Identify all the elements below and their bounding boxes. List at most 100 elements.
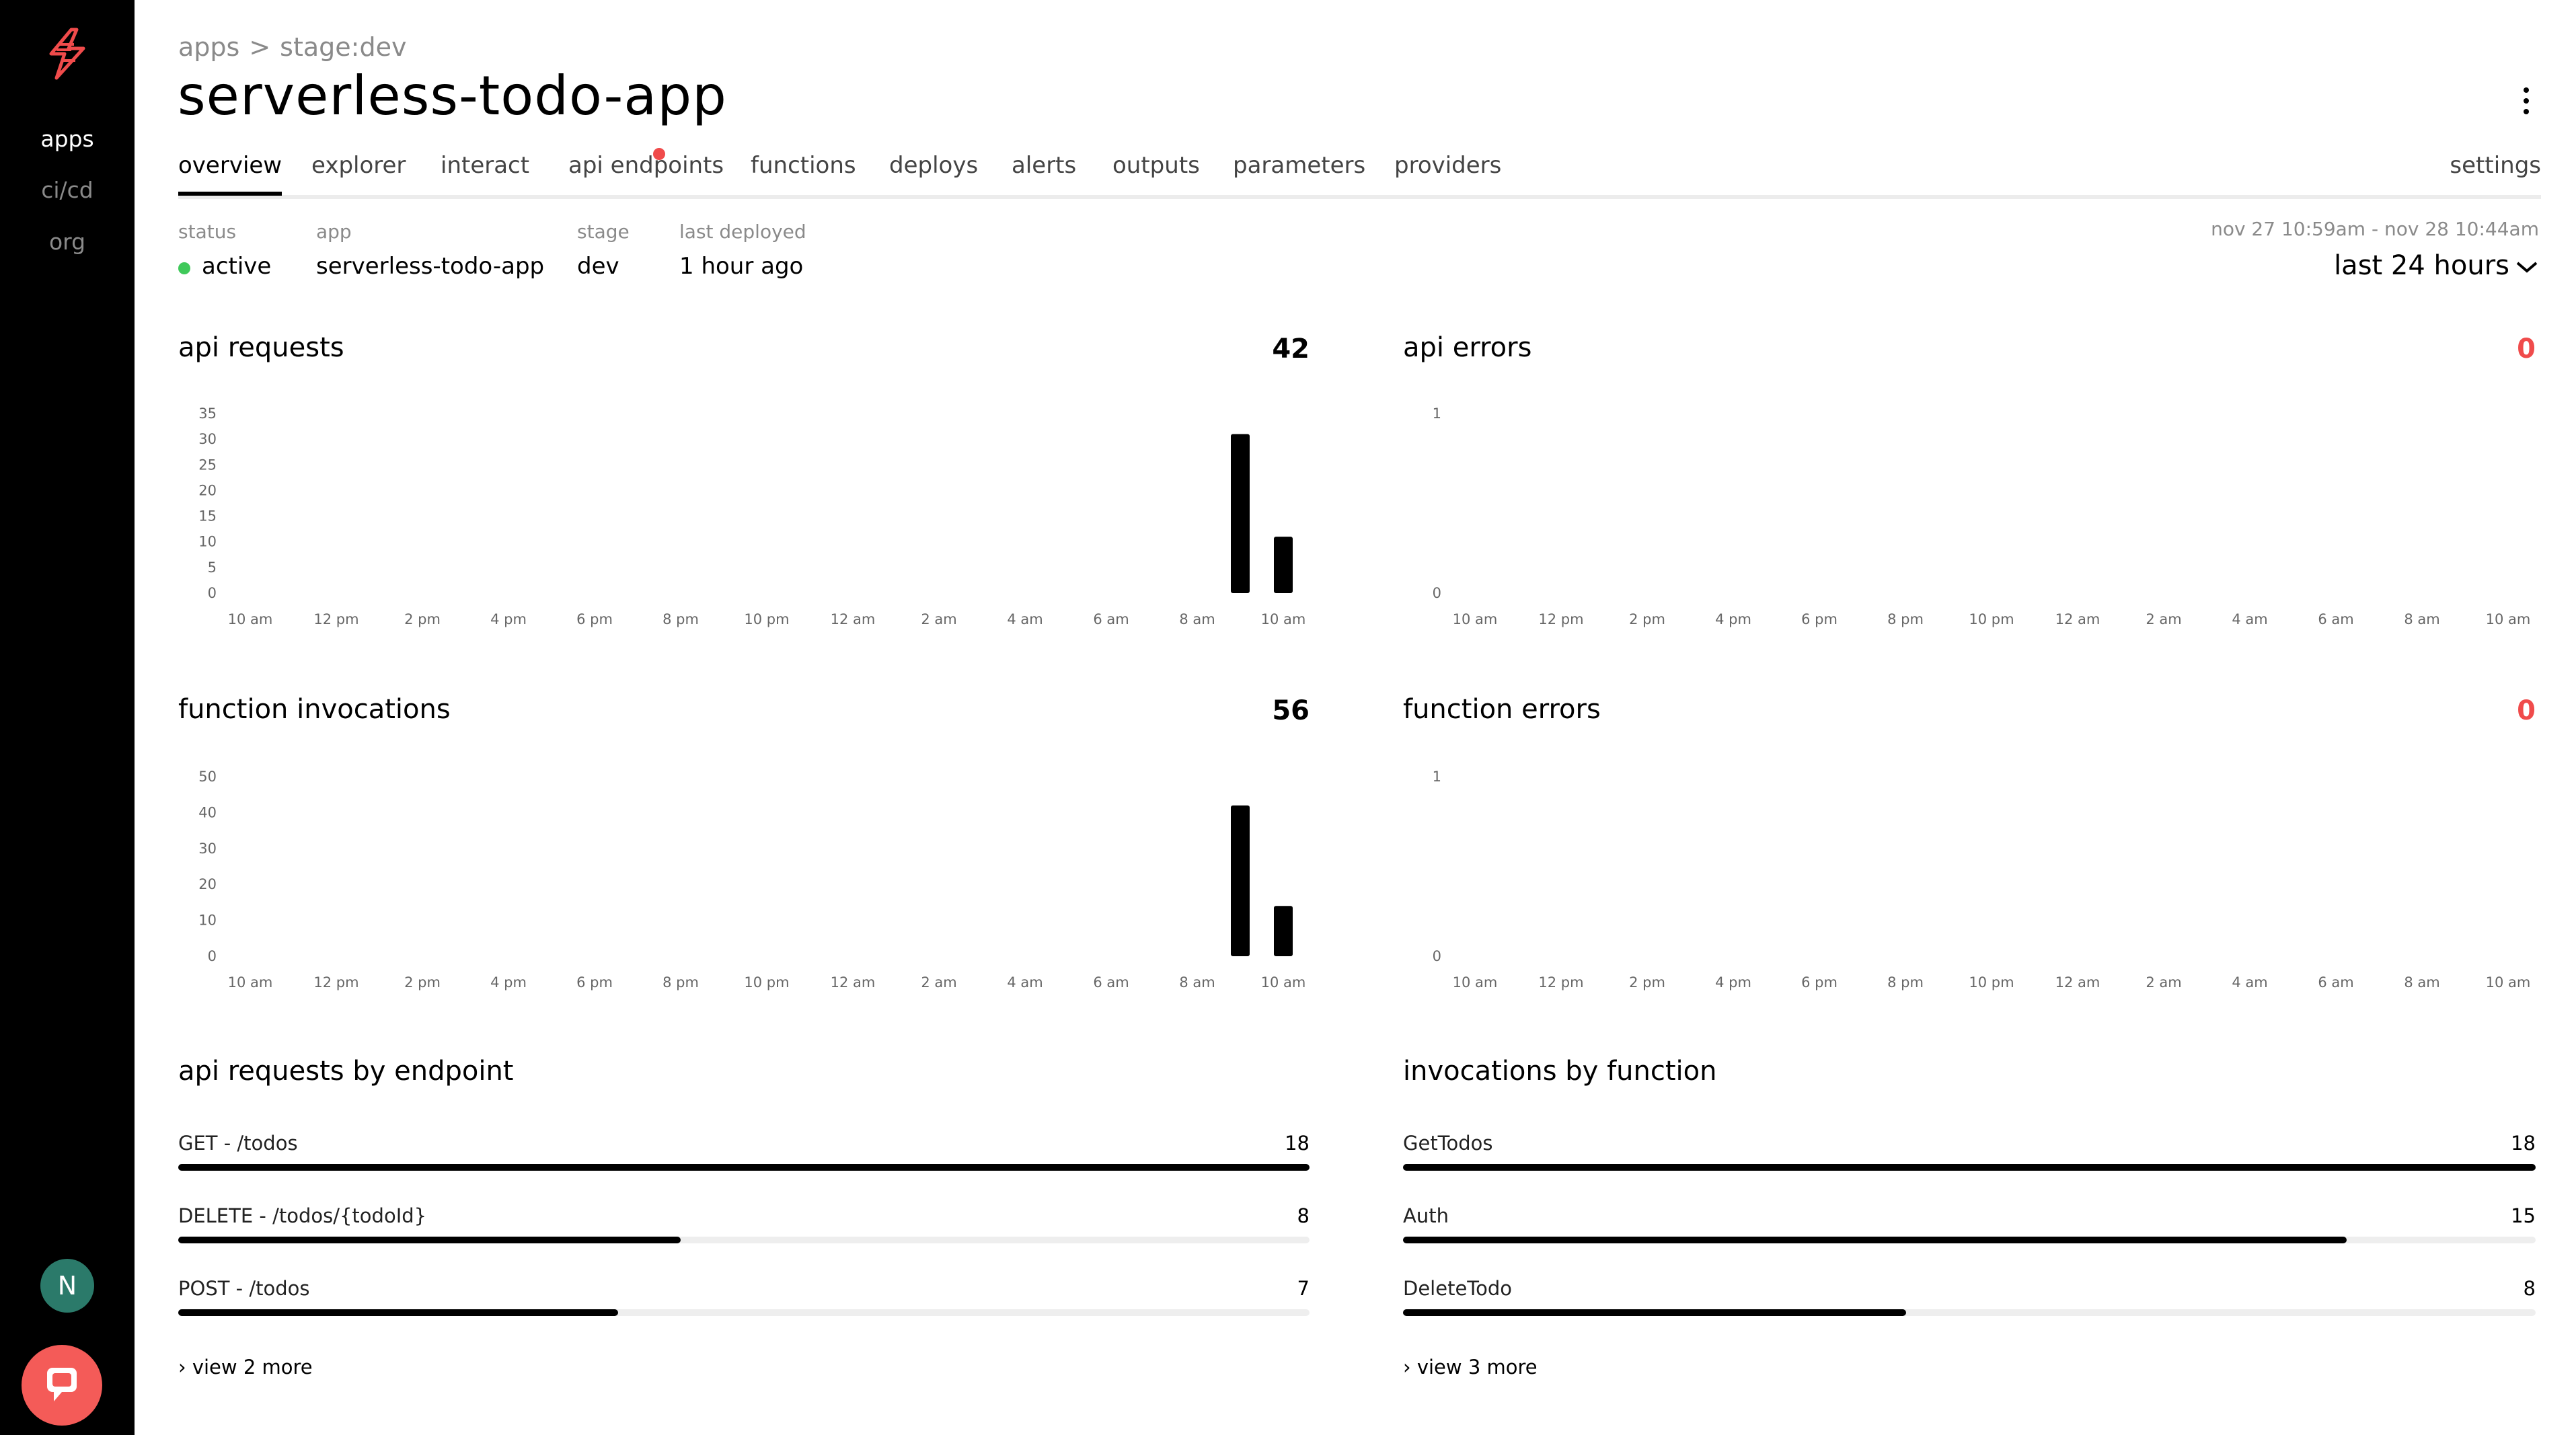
y-tick-label: 0 [208,948,217,964]
tab-overview[interactable]: overview [178,152,282,196]
x-tick-label: 8 am [2404,974,2439,991]
api-requests-title: api requests [178,332,344,363]
x-tick-label: 8 am [1179,611,1215,627]
y-tick-label: 25 [198,457,217,473]
tab-explorer[interactable]: explorer [311,152,406,179]
x-tick-label: 10 pm [1969,611,2014,627]
y-tick-label: 50 [198,769,217,785]
x-tick-label: 8 am [1179,974,1215,991]
main-content: apps > stage:dev serverless-todo-app overv… [135,0,2576,1435]
x-tick-label: 10 am [1453,611,1498,627]
tab-providers[interactable]: providers [1394,152,1501,179]
tab-api-endpoints[interactable]: api endpoints [568,152,724,179]
x-tick-label: 4 pm [490,611,527,627]
tab-alerts[interactable]: alerts [1012,152,1076,179]
x-tick-label: 4 am [1007,611,1043,627]
nav-org[interactable]: org [0,229,135,255]
function-row-bar-fill [1403,1164,2536,1171]
tab-functions[interactable]: functions [751,152,856,179]
x-tick-label: 6 am [2318,611,2353,627]
view-more-functions-link[interactable]: › view 3 more [1403,1356,1538,1379]
x-tick-label: 2 am [921,611,956,627]
api-errors-total: 0 [2517,334,2536,364]
endpoint-row-value: 7 [1297,1277,1310,1300]
x-tick-label: 2 pm [1629,611,1665,627]
x-tick-label: 6 pm [1801,974,1838,991]
breadcrumb: apps > stage:dev [178,32,406,62]
endpoint-row-bar [178,1237,1310,1243]
x-tick-label: 6 pm [576,974,613,991]
status-active-dot [178,262,190,274]
y-tick-label: 1 [1433,405,1441,422]
y-tick-label: 0 [208,585,217,601]
function-row-value: 18 [2511,1132,2536,1155]
chat-icon [47,1368,77,1401]
x-tick-label: 10 am [2486,611,2531,627]
by-function-title: invocations by function [1403,1056,1717,1087]
function-invocations-total: 56 [1272,695,1310,726]
y-tick-label: 30 [198,431,217,447]
x-tick-label: 10 pm [744,611,789,627]
api-requests-total: 42 [1272,334,1310,364]
x-tick-label: 2 am [921,974,956,991]
y-tick-label: 15 [198,508,217,525]
chart-svg: 0 1 10 am 12 pm 2 pm 4 pm 6 pm 8 pm 10 pm 12 am 2 … [1433,405,2531,627]
serverless-logo-icon[interactable] [44,27,90,81]
tab-parameters[interactable]: parameters [1233,152,1365,179]
tab-outputs[interactable]: outputs [1112,152,1200,179]
endpoint-row-bar-fill [178,1164,1310,1171]
stage-label: stage [577,221,630,243]
nav-cicd[interactable]: ci/cd [0,177,135,203]
x-tick-label: 4 pm [490,974,527,991]
breadcrumb-stage[interactable]: stage:dev [280,32,406,62]
tab-deploys[interactable]: deploys [889,152,978,179]
time-range-select[interactable]: last 24 hours [2334,250,2539,281]
x-tick-label: 6 am [2318,974,2353,991]
tab-bar: overview explorer interact api endpoints… [178,148,2541,199]
x-tick-label: 4 am [2232,974,2267,991]
y-tick-label: 1 [1433,769,1441,785]
function-row-label: Auth [1403,1204,1449,1227]
x-tick-label: 6 pm [576,611,613,627]
y-tick-label: 10 [198,534,217,550]
y-tick-label: 20 [198,876,217,892]
endpoint-row-bar [178,1309,1310,1316]
breadcrumb-apps[interactable]: apps [178,32,239,62]
nav-apps[interactable]: apps [0,126,135,152]
endpoint-row-label: DELETE - /todos/{todoId} [178,1204,427,1227]
y-tick-label: 5 [208,559,217,576]
api-errors-title: api errors [1403,332,1532,363]
chart-bar [1231,805,1250,956]
x-tick-label: 12 pm [1538,974,1583,991]
x-tick-label: 10 am [1261,611,1306,627]
sidebar: apps ci/cd org N [0,0,135,1435]
chevron-down-icon [2516,262,2538,273]
x-tick-label: 4 am [1007,974,1043,991]
chart-svg: 0 1 10 am 12 pm 2 pm 4 pm 6 pm 8 pm 10 pm 12 am 2 … [1433,769,2531,991]
function-row-bar [1403,1237,2536,1243]
endpoint-row-value: 8 [1297,1204,1310,1227]
chat-button[interactable] [22,1345,102,1426]
function-row-label: GetTodos [1403,1132,1493,1155]
app-value: serverless-todo-app [316,253,545,280]
api-errors-chart: 0 1 10 am 12 pm 2 pm 4 pm 6 pm 8 pm 10 pm 12 am 2 … [1400,397,2536,639]
x-tick-label: 12 pm [313,974,358,991]
x-tick-label: 8 pm [1887,974,1924,991]
function-row-bar-fill [1403,1309,1906,1316]
y-tick-label: 0 [1433,948,1441,964]
user-avatar[interactable]: N [40,1259,94,1313]
endpoint-row-value: 18 [1285,1132,1310,1155]
more-options-icon[interactable] [2522,87,2530,120]
tab-settings[interactable]: settings [2450,152,2541,179]
page-title: serverless-todo-app [178,65,727,127]
by-endpoint-title: api requests by endpoint [178,1056,514,1087]
tab-interact[interactable]: interact [441,152,529,179]
time-range-value: last 24 hours [2334,250,2509,281]
x-tick-label: 10 am [2486,974,2531,991]
x-tick-label: 6 am [1093,611,1129,627]
x-tick-label: 12 am [831,974,876,991]
x-tick-label: 8 pm [1887,611,1924,627]
last-deployed-label: last deployed [679,221,806,243]
view-more-endpoints-link[interactable]: › view 2 more [178,1356,313,1379]
status-label: status [178,221,237,243]
